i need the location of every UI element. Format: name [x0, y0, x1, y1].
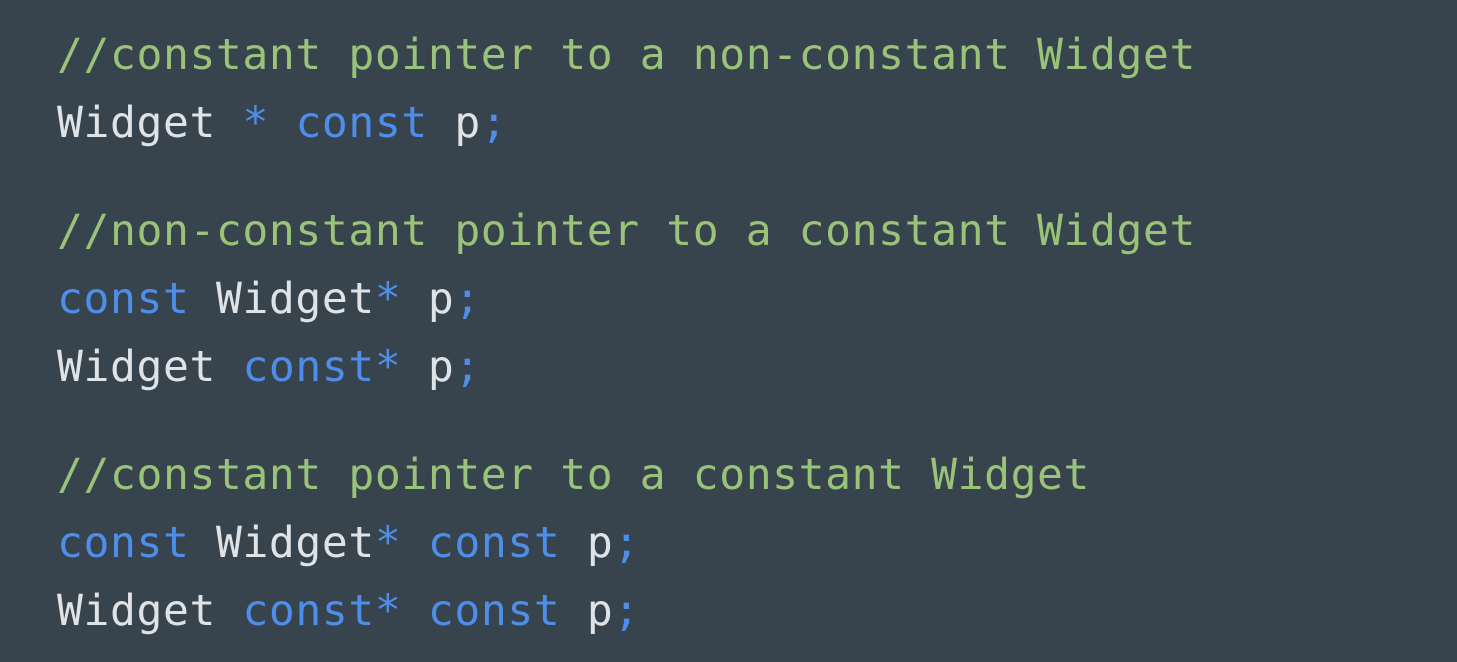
code-line-3-2: Widget const* const p;: [57, 577, 1457, 645]
block-gap: [57, 401, 1457, 441]
code-token: const: [427, 518, 561, 568]
code-token: const: [242, 342, 375, 392]
code-token: Widget: [57, 98, 216, 148]
code-line-2-1: const Widget* p;: [57, 265, 1457, 333]
code-block-2: //non-constant pointer to a constant Wid…: [57, 197, 1457, 401]
code-line-2-2: Widget const* p;: [57, 333, 1457, 401]
code-comment-3: //constant pointer to a constant Widget: [57, 450, 1091, 500]
code-token: const: [242, 586, 375, 636]
code-token: ;: [613, 518, 640, 568]
code-token: *: [374, 274, 402, 324]
code-token: const: [427, 586, 561, 636]
code-token: p: [586, 586, 614, 636]
code-token: Widget: [215, 274, 375, 324]
code-token: p: [586, 518, 614, 568]
code-token: *: [374, 586, 402, 636]
code-token: ;: [613, 586, 640, 636]
code-token: Widget: [215, 518, 375, 568]
code-token: ;: [454, 274, 481, 324]
code-token: p: [427, 342, 455, 392]
code-comment-2: //non-constant pointer to a constant Wid…: [57, 206, 1196, 256]
code-token: *: [374, 342, 402, 392]
code-token: const: [57, 274, 190, 324]
code-block-1: //constant pointer to a non-constant Wid…: [57, 21, 1457, 157]
code-panel: //constant pointer to a non-constant Wid…: [0, 0, 1457, 662]
code-token: ;: [454, 342, 481, 392]
code-token: p: [427, 274, 455, 324]
code-block-3: //constant pointer to a constant Widget …: [57, 441, 1457, 645]
code-token: Widget: [57, 586, 216, 636]
code-token: *: [242, 98, 269, 148]
code-token: p: [454, 98, 481, 148]
code-token: Widget: [57, 342, 216, 392]
code-token: const: [57, 518, 190, 568]
code-line-1-1: Widget * const p;: [57, 89, 1457, 157]
code-line-3-1: const Widget* const p;: [57, 509, 1457, 577]
block-gap: [57, 157, 1457, 197]
code-comment-1: //constant pointer to a non-constant Wid…: [57, 30, 1196, 80]
code-token: *: [374, 518, 402, 568]
code-token: const: [295, 98, 428, 148]
code-token: ;: [480, 98, 508, 148]
